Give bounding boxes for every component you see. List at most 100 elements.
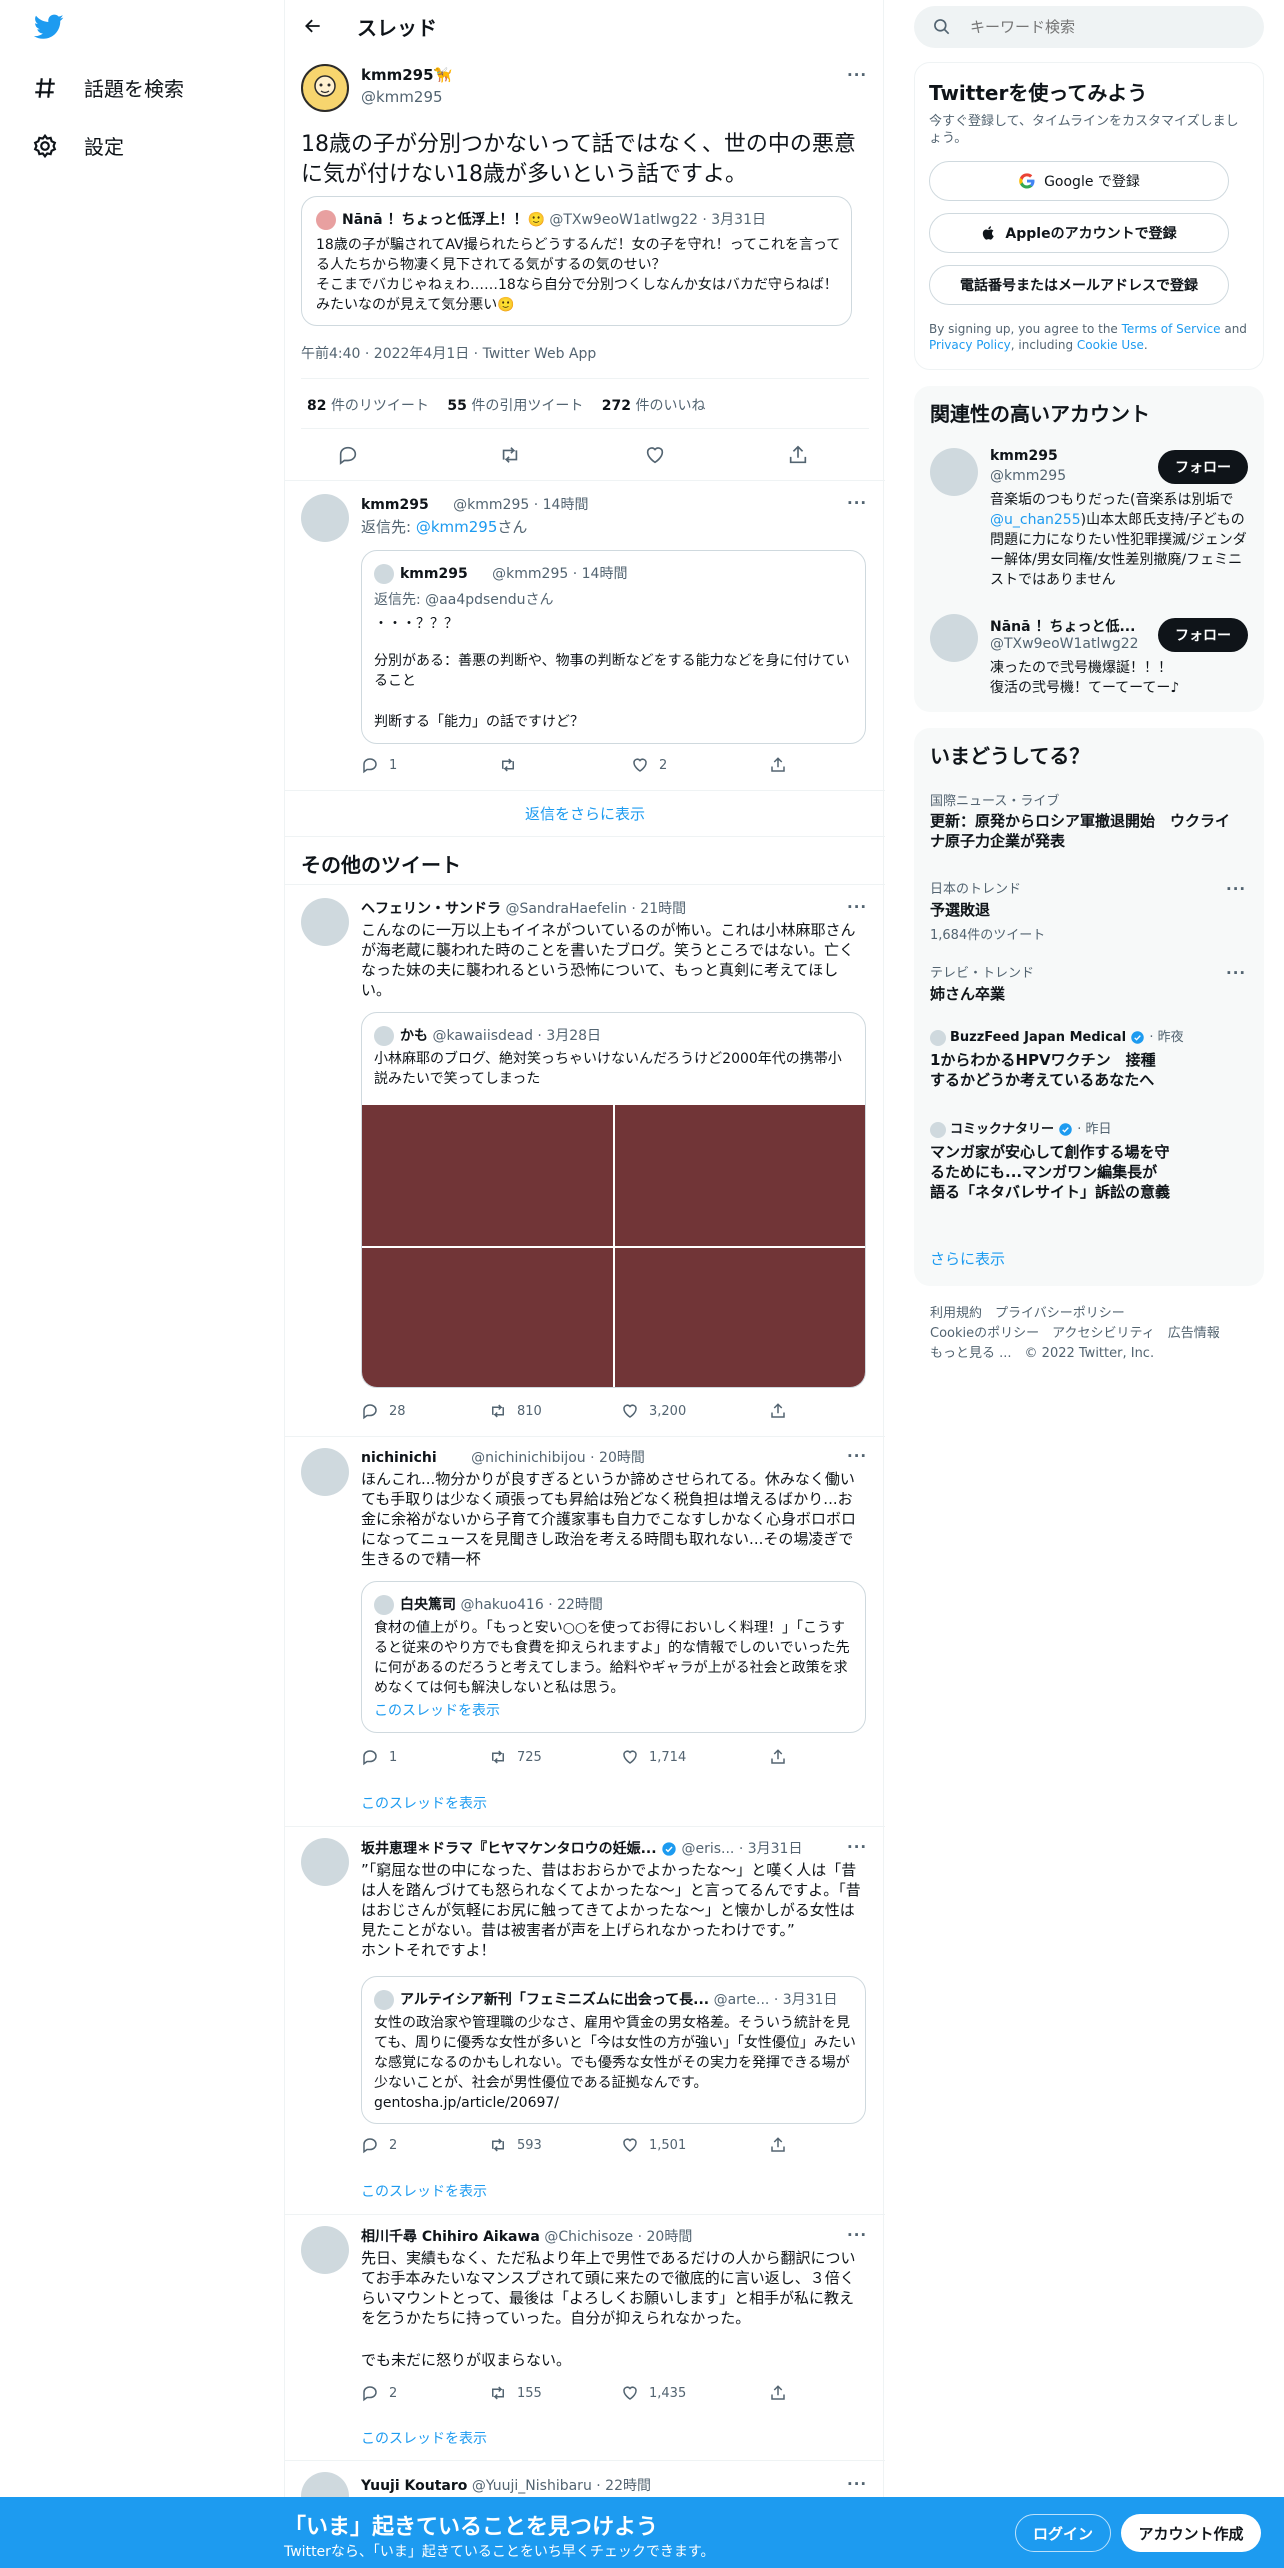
show-more-trends-link[interactable]: さらに表示 [930,1248,1005,1269]
more-options-icon[interactable]: ··· [847,898,867,916]
footer-accessibility-link[interactable]: アクセシビリティ [1052,1326,1155,1341]
avatar[interactable] [301,64,349,112]
nav-explore[interactable]: 話題を検索 [32,73,184,102]
quote-tweet[interactable]: kmm295 @kmm295 · 14時間 返信先: @aa4pdsenduさん… [361,550,866,744]
retweet-icon[interactable] [499,444,521,466]
more-options-icon[interactable]: ··· [847,1838,867,1856]
follow-button[interactable]: フォロー [1158,618,1248,652]
show-thread-link[interactable]: このスレッドを表示 [361,1793,487,1813]
more-options-icon[interactable]: ··· [847,1447,867,1465]
author-handle[interactable]: @eris... [681,1841,734,1857]
author-name[interactable]: ヘフェリン・サンドラ [361,901,501,917]
reply-to-link[interactable]: @kmm295 [416,518,498,536]
avatar[interactable] [301,494,349,542]
author-handle[interactable]: @SandraHaefelin [505,901,626,917]
footer-ads-link[interactable]: 広告情報 [1168,1326,1220,1341]
share-button[interactable] [769,756,787,774]
author-name[interactable]: kmm295🦮 [361,66,452,84]
quote-tweet[interactable]: アルテイシア新刊「フェミニズムに出会って長... @arte... · 3月31… [361,1976,866,2124]
author-name[interactable]: 坂井恵理＊ドラマ『ヒヤマケンタロウの妊娠... [361,1841,657,1857]
bio-mention-link[interactable]: @u_chan255 [990,512,1081,528]
avatar[interactable] [301,2226,349,2274]
retweet-button[interactable] [499,756,517,774]
reply-button[interactable]: 2 [361,2136,397,2154]
retweet-button[interactable]: 810 [489,1402,542,1420]
footer-privacy-link[interactable]: プライバシーポリシー [995,1306,1125,1321]
avatar[interactable] [301,1838,349,1886]
author-handle[interactable]: @kmm295 [453,497,529,513]
account-name[interactable]: kmm295 [990,448,1058,464]
show-thread-link[interactable]: このスレッドを表示 [361,2181,487,2201]
tweet-time[interactable]: 20時間 [647,2229,693,2245]
quote-tweet[interactable]: Nānā ！ちょっと低浮上！！🙂 @TXw9eoW1atlwg22 · 3月31… [301,196,852,326]
share-button[interactable] [769,2136,787,2154]
reply-icon[interactable] [337,444,359,466]
like-button[interactable]: 1,501 [621,2136,686,2154]
trend-item[interactable]: 日本のトレンド 予選敗退 1,684件のツイート [930,878,1240,943]
share-icon[interactable] [787,444,809,466]
phone-email-signup-button[interactable]: 電話番号またはメールアドレスで登録 [929,265,1229,305]
more-options-icon[interactable]: ··· [847,66,867,84]
google-signup-button[interactable]: Google で登録 [929,161,1229,201]
avatar[interactable] [301,1448,349,1496]
more-options-icon[interactable]: ··· [847,2475,867,2493]
trend-news-item[interactable]: コミックナタリー · 昨日 マンガ家が安心して創作する場を守るためにも...マン… [930,1118,1240,1202]
avatar[interactable] [301,898,349,946]
like-button[interactable]: 2 [631,756,667,774]
retweet-button[interactable]: 593 [489,2136,542,2154]
reply-button[interactable]: 1 [361,756,397,774]
author-handle[interactable]: @nichinichibijou [471,1450,586,1466]
media-image[interactable] [362,1105,613,1246]
tweet-time[interactable]: 20時間 [599,1450,645,1466]
more-options-icon[interactable]: ··· [847,2226,867,2244]
more-options-icon[interactable]: ··· [1226,964,1246,982]
tweet-time[interactable]: 14時間 [543,497,589,513]
trend-news-item[interactable]: BuzzFeed Japan Medical · 昨夜 1からわかるHPVワクチ… [930,1026,1240,1090]
tweet-time[interactable]: 22時間 [605,2478,651,2494]
media-image[interactable] [615,1248,865,1387]
footer-more-link[interactable]: もっと見る ... [930,1346,1012,1361]
retweet-button[interactable]: 155 [489,2384,542,2402]
trend-item[interactable]: 国際ニュース・ライブ 更新：原発からロシア軍撤退開始 ウクライナ原子力企業が発表 [930,790,1240,851]
share-button[interactable] [769,2384,787,2402]
create-account-button[interactable]: アカウント作成 [1121,2514,1261,2552]
show-more-replies-link[interactable]: 返信をさらに表示 [285,803,885,824]
apple-signup-button[interactable]: Appleのアカウントで登録 [929,213,1229,253]
twitter-logo-icon[interactable] [34,14,64,40]
author-handle[interactable]: @Chichisoze [544,2229,633,2245]
privacy-link[interactable]: Privacy Policy [929,338,1011,352]
quote-tweet[interactable]: 白央篤司 @hakuo416 · 22時間 食材の値上がり。「もっと安い○○を使… [361,1581,866,1733]
author-handle[interactable]: @kmm295 [361,88,443,106]
search-bar[interactable] [914,6,1264,48]
login-button[interactable]: ログイン [1015,2514,1111,2552]
share-button[interactable] [769,1402,787,1420]
follow-button[interactable]: フォロー [1158,450,1248,484]
account-name[interactable]: Nānā ！ちょっと低... [990,616,1135,636]
tweet-time[interactable]: 3月31日 [748,1841,803,1857]
author-name[interactable]: Yuuji Koutaro [361,2478,467,2494]
back-arrow-icon[interactable] [303,16,323,36]
terms-link[interactable]: Terms of Service [1122,322,1221,336]
cookie-link[interactable]: Cookie Use [1077,338,1144,352]
author-name[interactable]: 相川千尋 Chihiro Aikawa [361,2229,540,2245]
footer-terms-link[interactable]: 利用規約 [930,1306,982,1321]
retweet-button[interactable]: 725 [489,1748,542,1766]
quote-count[interactable]: 55 件の引用ツイート [447,398,583,414]
author-name[interactable]: nichinichi [361,1450,437,1466]
like-count[interactable]: 272 件のいいね [602,398,706,414]
share-button[interactable] [769,1748,787,1766]
author-handle[interactable]: @Yuuji_Nishibaru [472,2478,592,2494]
author-name[interactable]: kmm295 [361,497,429,513]
account-handle[interactable]: @TXw9eoW1atlwg22 [990,636,1139,652]
account-handle[interactable]: @kmm295 [990,468,1066,484]
like-button[interactable]: 1,714 [621,1748,686,1766]
show-thread-link[interactable]: このスレッドを表示 [361,2428,487,2448]
tweet-time[interactable]: 21時間 [640,901,686,917]
more-options-icon[interactable]: ··· [847,494,867,512]
media-image[interactable] [615,1105,865,1246]
like-icon[interactable] [644,444,666,466]
quote-tweet[interactable]: かも @kawaiisdead · 3月28日 小林麻耶のブログ、絶対笑っちゃい… [361,1012,866,1388]
footer-cookie-link[interactable]: Cookieのポリシー [930,1326,1039,1341]
nav-settings[interactable]: 設定 [32,131,124,160]
tweet-timestamp[interactable]: 午前4:40 · 2022年4月1日 · Twitter Web App [301,343,596,363]
